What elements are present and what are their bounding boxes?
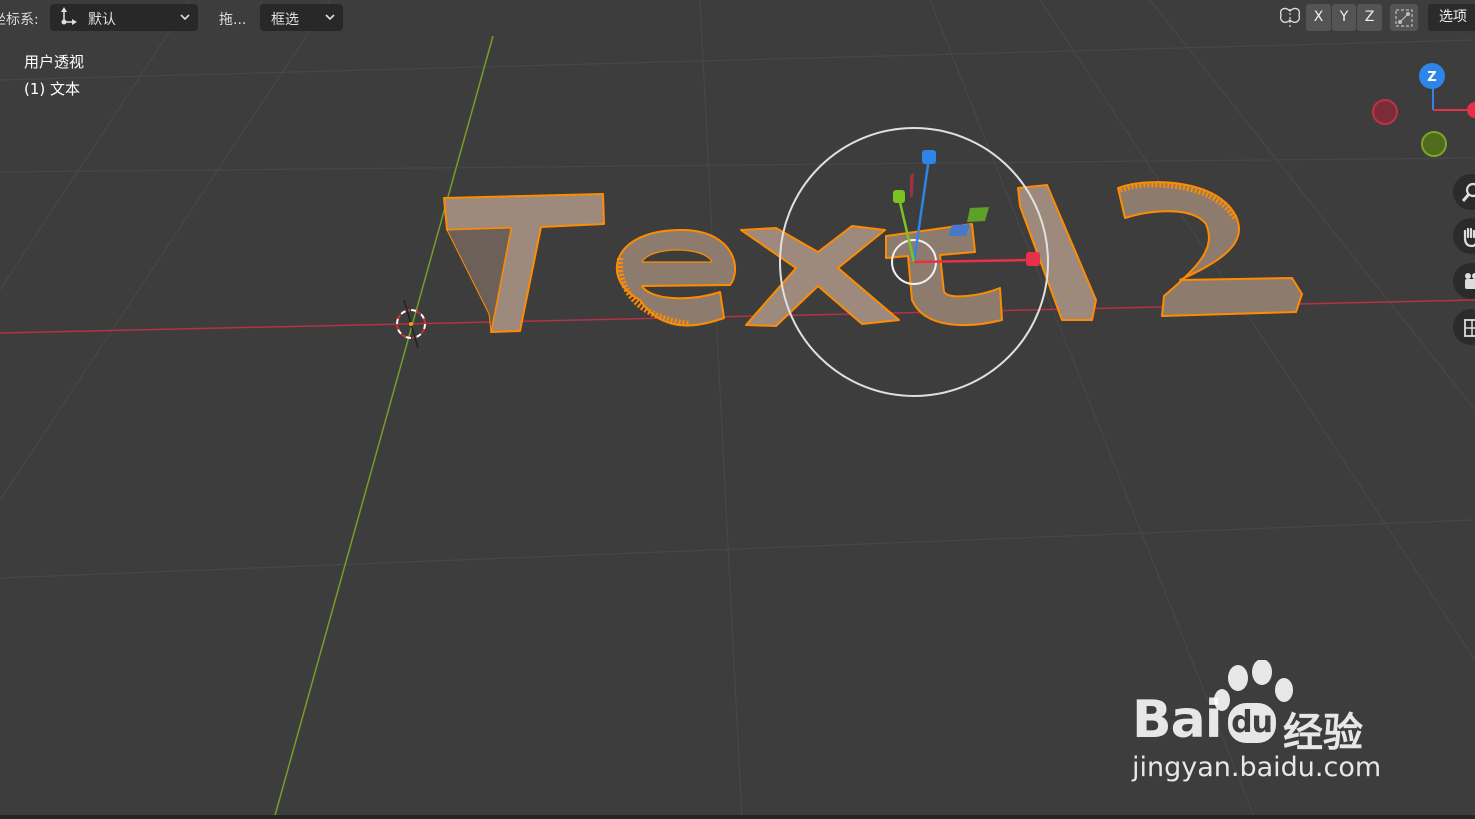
watermark-url: jingyan.baidu.com — [1132, 752, 1382, 783]
object-info: (1) 文本 — [24, 80, 81, 98]
auto-merge-button[interactable] — [1390, 4, 1418, 31]
auto-merge-icon — [1395, 9, 1413, 27]
magnifier-icon — [1461, 182, 1475, 202]
mirror-z-button[interactable]: Z — [1357, 4, 1382, 31]
mirror-x-button[interactable]: X — [1306, 4, 1331, 31]
transform-orientation-icon — [61, 7, 77, 25]
text-mesh-object[interactable] — [443, 181, 1303, 333]
orientation-label: 坐标系: — [0, 12, 39, 28]
view-name: 用户透视 — [24, 53, 85, 71]
camera-icon — [1465, 273, 1475, 289]
3d-viewport[interactable]: Z 坐标系: 默认 拖... 框选 — [0, 0, 1475, 819]
viewport-header-toolbar: 坐标系: 默认 拖... 框选 X Y Z — [0, 0, 1475, 36]
y-axis-line — [273, 35, 494, 819]
watermark-du-badge: du — [1227, 703, 1276, 743]
mirror-y-button[interactable]: Y — [1332, 4, 1356, 31]
orientation-dropdown[interactable]: 默认 — [50, 4, 198, 31]
nav-gizmo-z-label: Z — [1427, 70, 1436, 85]
select-mode-dropdown[interactable]: 框选 — [260, 4, 343, 31]
orientation-value: 默认 — [88, 12, 116, 28]
select-mode-value: 框选 — [271, 12, 299, 28]
hand-icon — [1463, 227, 1475, 248]
drag-label: 拖... — [219, 12, 247, 28]
navigation-gizmo[interactable] — [1372, 63, 1475, 157]
grid-icon — [1464, 319, 1475, 337]
watermark-brand: Bai du — [1132, 690, 1276, 750]
chevron-down-icon — [180, 14, 190, 21]
chevron-down-icon — [325, 14, 335, 21]
mirror-butterfly-icon[interactable] — [1277, 5, 1303, 31]
watermark-brand-text: Bai — [1132, 690, 1223, 750]
options-button[interactable]: 选项 — [1428, 4, 1475, 31]
bottom-border — [0, 815, 1475, 819]
watermark-jingyan: 经验 — [1283, 710, 1363, 756]
